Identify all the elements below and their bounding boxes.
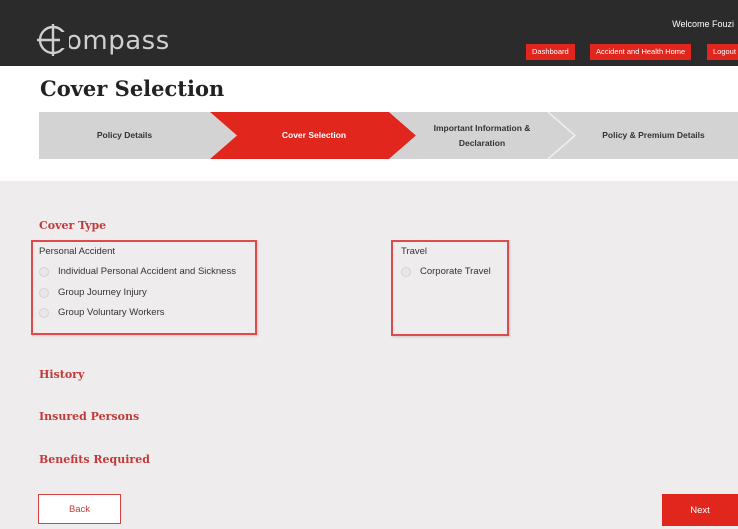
step-important-information[interactable]: Important Information & Declaration (417, 112, 547, 159)
option-corporate-travel[interactable]: Corporate Travel (401, 266, 491, 277)
insured-persons-section[interactable]: Insured Persons (39, 410, 139, 423)
history-section[interactable]: History (39, 368, 84, 381)
logo-text: ompass (66, 26, 170, 56)
accident-health-home-button[interactable]: Accident and Health Home (590, 44, 692, 60)
radio-button[interactable] (39, 287, 49, 298)
page-title: Cover Selection (40, 76, 225, 101)
option-label: Group Journey Injury (58, 287, 147, 298)
option-group-voluntary-workers[interactable]: Group Voluntary Workers (39, 307, 164, 318)
cover-type-heading: Cover Type (39, 219, 107, 232)
option-label: Corporate Travel (420, 266, 491, 277)
option-label: Individual Personal Accident and Sicknes… (58, 266, 236, 277)
radio-button[interactable] (39, 266, 49, 277)
radio-button[interactable] (401, 266, 411, 277)
logout-button[interactable]: Logout (707, 44, 738, 60)
back-button[interactable]: Back (38, 494, 121, 524)
benefits-required-section[interactable]: Benefits Required (39, 453, 150, 466)
next-button[interactable]: Next (662, 494, 738, 526)
form-panel (0, 181, 738, 529)
personal-accident-label: Personal Accident (39, 246, 116, 257)
option-label: Group Voluntary Workers (58, 307, 165, 318)
compass-logo[interactable]: ompass (36, 18, 170, 58)
step-policy-premium-details[interactable]: Policy & Premium Details (569, 112, 738, 159)
option-individual-personal-accident[interactable]: Individual Personal Accident and Sicknes… (39, 266, 236, 277)
app-header: ompass Welcome Fouzi Dashboard Accident … (0, 0, 738, 66)
step-policy-details[interactable]: Policy Details (39, 112, 210, 159)
compass-logo-icon (36, 23, 69, 56)
travel-label: Travel (401, 246, 428, 257)
step-cover-selection[interactable]: Cover Selection (224, 112, 404, 159)
option-group-journey-injury[interactable]: Group Journey Injury (39, 287, 147, 298)
welcome-text: Welcome Fouzi (672, 19, 734, 29)
radio-button[interactable] (39, 307, 49, 318)
dashboard-button[interactable]: Dashboard (526, 44, 575, 60)
progress-steps: Policy Details Cover Selection Important… (39, 112, 738, 159)
